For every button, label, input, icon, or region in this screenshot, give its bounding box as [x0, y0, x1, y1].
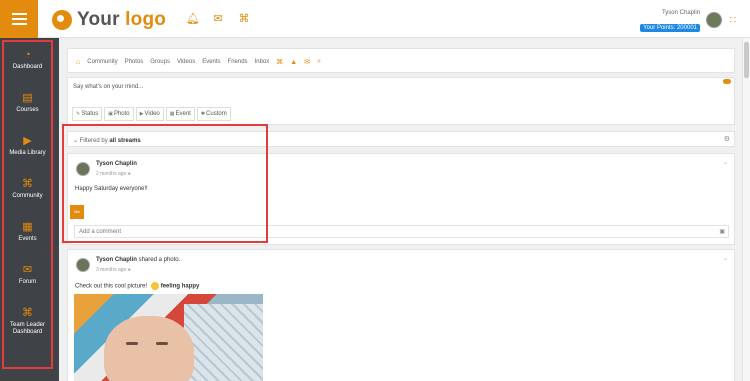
sidebar-highlight-box	[2, 40, 53, 369]
mail-icon[interactable]: ✉	[212, 13, 224, 25]
hamburger-line	[11, 13, 27, 15]
tab-event[interactable]: ▦Event	[165, 107, 195, 121]
nav-link-videos[interactable]: Videos	[177, 59, 195, 65]
post-highlight-box	[62, 124, 268, 243]
user-avatar[interactable]	[706, 12, 722, 28]
bell-icon[interactable]: ▲	[290, 59, 297, 66]
photo-eye	[126, 342, 138, 345]
bell-icon[interactable]: 🔔︎	[186, 13, 200, 25]
post-card: Tyson Chaplin shared a photo. 3 months a…	[67, 249, 735, 381]
scroll-thumb[interactable]	[744, 42, 749, 78]
post-author[interactable]: Tyson Chaplin shared a photo.	[96, 257, 180, 263]
composer-tabs: ✎Status ▣Photo ▶Video ▦Event ✱Custom	[72, 107, 231, 121]
community-nav: ⌂ Community Photos Groups Videos Events …	[67, 48, 735, 73]
mail-icon[interactable]: ✉	[304, 58, 310, 66]
photo-blanket	[184, 304, 263, 381]
home-icon[interactable]: ⌂	[76, 59, 80, 66]
post-action: shared a photo.	[138, 257, 181, 263]
tab-video[interactable]: ▶Video	[135, 107, 164, 121]
tab-custom[interactable]: ✱Custom	[196, 107, 231, 121]
tab-label: Video	[144, 111, 160, 117]
post-text: Check out this cool picture! feeling hap…	[75, 282, 199, 290]
hamburger-menu-button[interactable]	[0, 0, 38, 38]
top-icons: 🔔︎ ✉ ⌘	[186, 13, 250, 25]
mention-badge-icon[interactable]: …	[723, 79, 731, 84]
logo-mark-icon	[52, 10, 72, 30]
nav-link-events[interactable]: Events	[202, 59, 220, 65]
post-feeling: feeling happy	[160, 283, 200, 290]
author-name: Tyson Chaplin	[96, 257, 137, 263]
post-time: 3 months ago ●	[96, 267, 131, 273]
tab-label: Status	[81, 111, 99, 117]
nav-link-photos[interactable]: Photos	[125, 59, 144, 65]
smile-emoji-icon	[150, 282, 159, 290]
friends-icon[interactable]: ⌘	[276, 58, 283, 66]
logo[interactable]: Your logo	[52, 9, 166, 31]
nav-link-friends[interactable]: Friends	[228, 59, 248, 65]
user-name: Tyson Chaplin	[661, 10, 700, 16]
video-icon: ▶	[139, 111, 144, 117]
status-composer[interactable]: Say what's on your mind... … ✎Status ▣Ph…	[67, 77, 735, 125]
chevron-down-icon[interactable]: ⌄	[723, 159, 728, 166]
gear-icon[interactable]: ⚙	[724, 135, 730, 143]
scrollbar[interactable]	[742, 38, 750, 381]
tab-status[interactable]: ✎Status	[72, 107, 103, 121]
logo-word-2: logo	[125, 9, 167, 30]
post-text-body: Check out this cool picture!	[75, 283, 148, 290]
post-photo[interactable]	[74, 294, 263, 381]
user-block[interactable]: Tyson Chaplin Your Points: 200001	[640, 10, 700, 34]
globe-icon: ●	[127, 267, 131, 273]
photo-eye	[156, 342, 168, 345]
logo-word-1: Your	[77, 9, 120, 30]
chevron-down-icon[interactable]: ⌄	[723, 255, 728, 262]
calendar-icon: ▦	[169, 111, 175, 117]
points-badge: Your Points: 200001	[640, 24, 700, 32]
nav-link-community[interactable]: Community	[87, 59, 117, 65]
logo-text: Your logo	[77, 9, 166, 31]
nav-link-inbox[interactable]: Inbox	[255, 59, 270, 65]
apps-grid-icon[interactable]: ∷	[730, 15, 736, 26]
tab-label: Custom	[206, 111, 227, 117]
tab-label: Photo	[113, 111, 130, 117]
friends-icon[interactable]: ⌘	[238, 13, 250, 25]
hamburger-line	[11, 18, 27, 20]
camera-icon[interactable]: ▣	[719, 228, 725, 235]
tab-photo[interactable]: ▣Photo	[104, 107, 134, 121]
top-bar: Your logo 🔔︎ ✉ ⌘ Tyson Chaplin Your Poin…	[0, 0, 750, 38]
nav-links: ⌂ Community Photos Groups Videos Events …	[76, 58, 321, 66]
search-icon[interactable]: ⌕	[317, 58, 321, 66]
tab-label: Event	[175, 111, 191, 117]
avatar[interactable]	[76, 258, 90, 272]
hamburger-line	[11, 23, 27, 25]
photo-baby-face	[104, 316, 194, 381]
custom-icon: ✱	[200, 111, 206, 117]
status-input[interactable]: Say what's on your mind...	[73, 84, 143, 90]
nav-link-groups[interactable]: Groups	[150, 59, 170, 65]
camera-icon: ▣	[108, 111, 113, 117]
post-time-text: 3 months ago	[96, 267, 127, 273]
pencil-icon: ✎	[76, 111, 81, 117]
